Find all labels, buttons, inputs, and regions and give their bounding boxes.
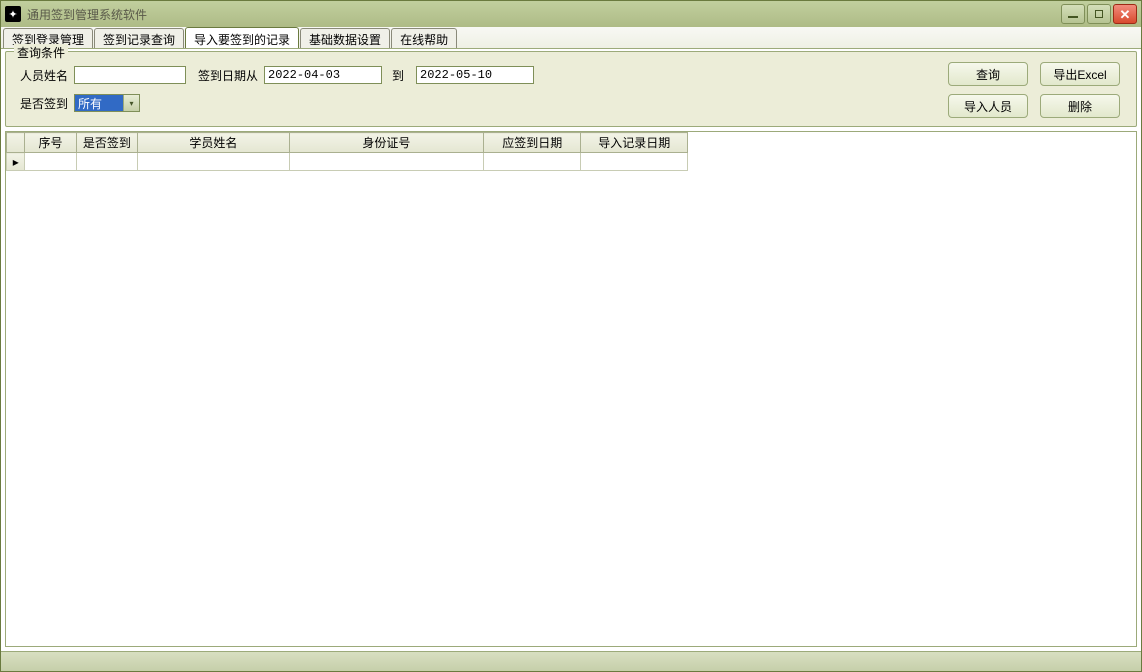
tab-record-query[interactable]: 签到记录查询 (94, 28, 184, 48)
cell-id (289, 153, 484, 171)
col-import-date[interactable]: 导入记录日期 (581, 133, 688, 153)
cell-name (138, 153, 290, 171)
window-title: 通用签到管理系统软件 (27, 6, 147, 23)
minimize-button[interactable] (1061, 4, 1085, 24)
table-row[interactable]: ▸ (7, 153, 688, 171)
query-button[interactable]: 查询 (948, 62, 1028, 86)
col-should-date[interactable]: 应签到日期 (484, 133, 581, 153)
chevron-down-icon[interactable]: ▾ (123, 95, 139, 111)
import-button[interactable]: 导入人员 (948, 94, 1028, 118)
maximize-button[interactable] (1087, 4, 1111, 24)
export-button[interactable]: 导出Excel (1040, 62, 1120, 86)
grid-body (6, 171, 1136, 646)
header-row: 序号 是否签到 学员姓名 身份证号 应签到日期 导入记录日期 (7, 133, 688, 153)
content-area: 查询条件 人员姓名 签到日期从 到 是否签到 所有 (1, 49, 1141, 651)
date-from-input[interactable] (264, 66, 382, 84)
date-to-label: 到 (392, 67, 406, 84)
delete-button[interactable]: 删除 (1040, 94, 1120, 118)
name-label: 人员姓名 (14, 67, 70, 84)
group-title: 查询条件 (14, 44, 68, 61)
cell-import-date (581, 153, 688, 171)
row-indicator: ▸ (7, 153, 25, 171)
col-signed[interactable]: 是否签到 (76, 133, 137, 153)
date-to-input[interactable] (416, 66, 534, 84)
cell-seq (25, 153, 76, 171)
app-icon: ✦ (5, 6, 21, 22)
col-id[interactable]: 身份证号 (289, 133, 484, 153)
cell-should-date (484, 153, 581, 171)
query-group: 查询条件 人员姓名 签到日期从 到 是否签到 所有 (5, 51, 1137, 127)
signed-combo[interactable]: 所有 ▾ (74, 94, 140, 112)
signed-label: 是否签到 (14, 95, 70, 112)
cell-signed (76, 153, 137, 171)
main-window: ✦ 通用签到管理系统软件 ✕ 签到登录管理 签到记录查询 导入要签到的记录 基础… (0, 0, 1142, 672)
tab-import-record[interactable]: 导入要签到的记录 (185, 27, 299, 48)
titlebar: ✦ 通用签到管理系统软件 ✕ (1, 1, 1141, 27)
tab-basic-data[interactable]: 基础数据设置 (300, 28, 390, 48)
tab-bar: 签到登录管理 签到记录查询 导入要签到的记录 基础数据设置 在线帮助 (1, 27, 1141, 49)
tab-help[interactable]: 在线帮助 (391, 28, 457, 48)
close-button[interactable]: ✕ (1113, 4, 1137, 24)
statusbar (1, 651, 1141, 671)
row-selector-header (7, 133, 25, 153)
col-seq[interactable]: 序号 (25, 133, 76, 153)
name-input[interactable] (74, 66, 186, 84)
data-grid: 序号 是否签到 学员姓名 身份证号 应签到日期 导入记录日期 ▸ (5, 131, 1137, 647)
signed-value: 所有 (75, 95, 123, 111)
col-name[interactable]: 学员姓名 (138, 133, 290, 153)
date-from-label: 签到日期从 (198, 67, 260, 84)
